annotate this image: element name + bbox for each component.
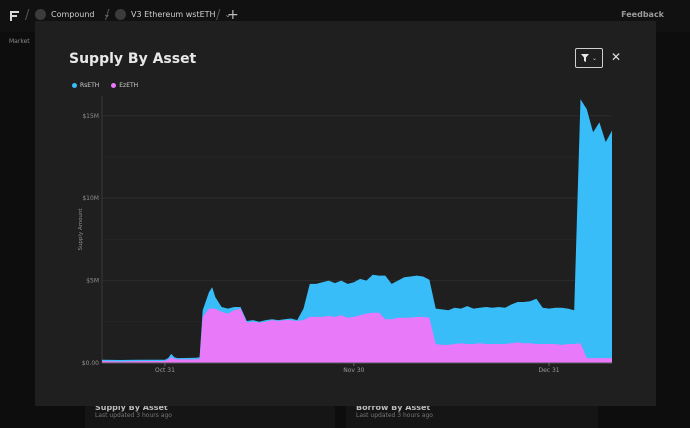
x-tick-label: Oct 31: [155, 367, 175, 374]
feedback-link[interactable]: Feedback: [621, 10, 664, 19]
y-tick-label: $15M: [82, 113, 99, 120]
breadcrumb-market[interactable]: V3 Ethereum wstETH ⌄: [115, 9, 231, 20]
x-tick-label: Dec 31: [538, 367, 559, 374]
app-logo-icon[interactable]: [9, 10, 20, 22]
ethereum-icon: [115, 9, 126, 20]
y-tick-label: $5M: [86, 278, 99, 285]
compound-icon: [35, 9, 46, 20]
breadcrumb-separator: /: [25, 8, 30, 23]
supply-area-chart: $0.00 $5M $10M $15M Oct 31 Nov 30 Dec 31 Supply…: [78, 96, 612, 374]
card-subtitle: Last updated 3 hours ago: [356, 412, 433, 419]
y-tick-label: $10M: [82, 195, 99, 202]
card-subtitle: Last updated 3 hours ago: [95, 412, 172, 419]
breadcrumb-market-label: V3 Ethereum wstETH: [131, 10, 216, 19]
y-tick-label: $0.00: [82, 360, 99, 367]
y-axis-label: Supply Amount: [78, 208, 84, 251]
breadcrumb-protocol[interactable]: Compound ⌄: [35, 9, 110, 20]
subnav-market[interactable]: Market: [9, 38, 30, 45]
x-tick-label: Nov 30: [343, 367, 364, 374]
breadcrumb-protocol-label: Compound: [51, 10, 95, 19]
